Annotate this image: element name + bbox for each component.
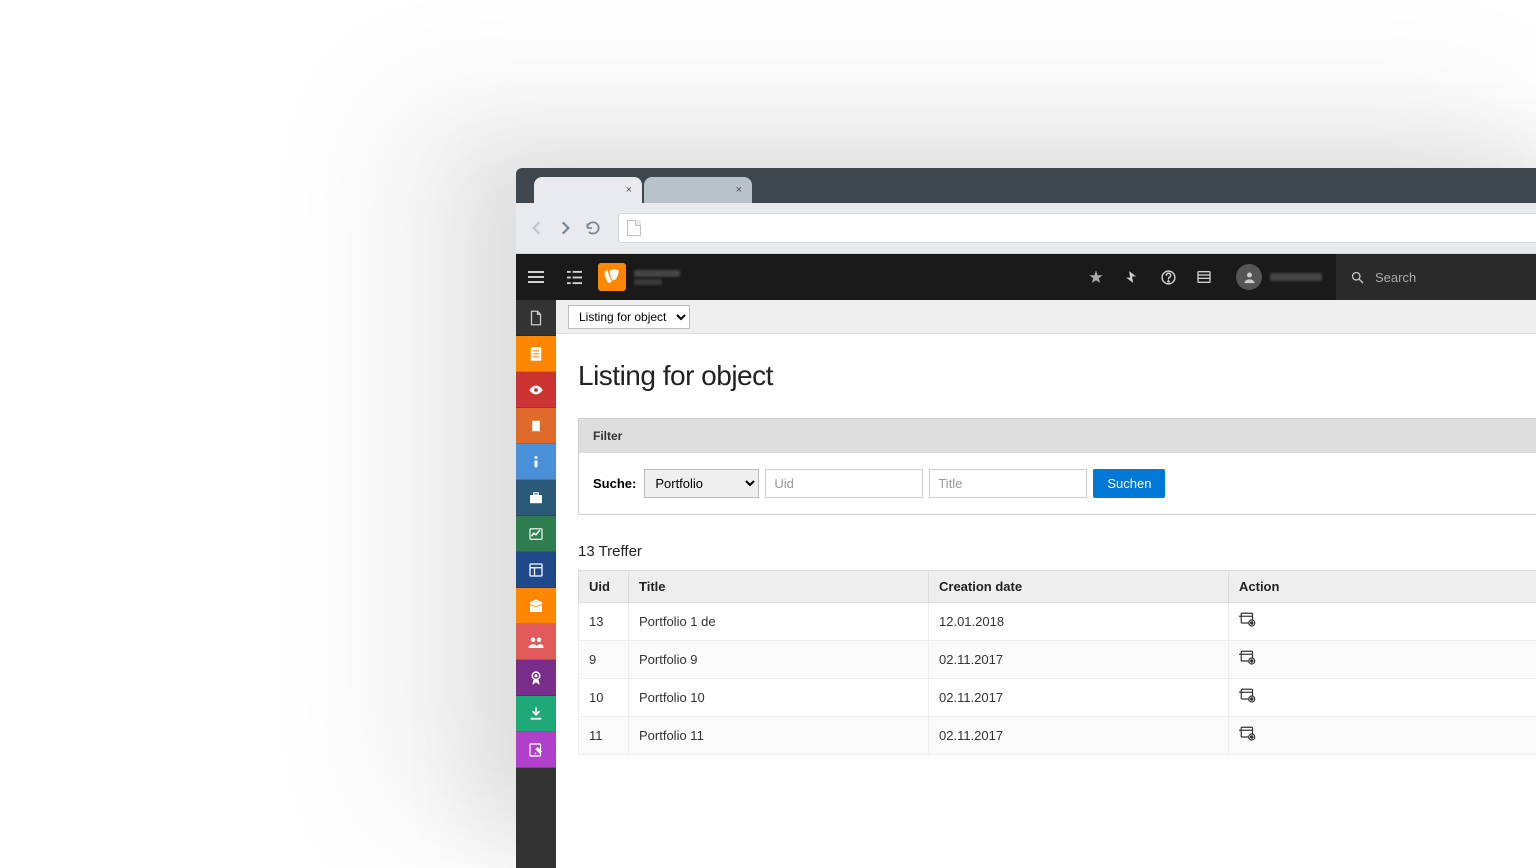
- results-table: Uid Title Creation date Action 13Portfol…: [578, 570, 1536, 755]
- browser-tabbar: × ×: [516, 168, 1536, 203]
- search-input[interactable]: [1375, 270, 1536, 285]
- url-bar[interactable]: [618, 213, 1536, 243]
- module-select[interactable]: Listing for object: [568, 305, 690, 329]
- cell-title: Portfolio 10: [629, 679, 929, 717]
- search-button[interactable]: Suchen: [1093, 469, 1165, 498]
- nav-forward-icon[interactable]: [556, 219, 574, 237]
- table-row: 11Portfolio 1102.11.2017: [579, 717, 1536, 755]
- cell-action: [1229, 603, 1536, 641]
- module-package[interactable]: [516, 588, 556, 624]
- module-content[interactable]: [516, 336, 556, 372]
- bookmark-icon[interactable]: [1078, 254, 1114, 300]
- table-row: 13Portfolio 1 de12.01.2018: [579, 603, 1536, 641]
- table-row: 10Portfolio 1002.11.2017: [579, 679, 1536, 717]
- module-toolbar: Listing for object: [556, 300, 1536, 334]
- view-action-icon[interactable]: [1239, 649, 1257, 667]
- module-page[interactable]: [516, 300, 556, 336]
- cell-title: Portfolio 11: [629, 717, 929, 755]
- user-avatar-icon: [1236, 264, 1262, 290]
- nav-back-icon[interactable]: [528, 219, 546, 237]
- module-users[interactable]: [516, 624, 556, 660]
- module-award[interactable]: [516, 660, 556, 696]
- filter-panel: Filter Suche: Portfolio Suchen: [578, 418, 1536, 515]
- module-menu: [516, 300, 556, 868]
- module-menu-toggle-icon[interactable]: [516, 276, 556, 278]
- col-header-uid: Uid: [579, 571, 629, 603]
- tab-close-icon[interactable]: ×: [626, 184, 632, 196]
- cell-uid: 11: [579, 717, 629, 755]
- filter-type-select[interactable]: Portfolio: [644, 469, 759, 498]
- module-briefcase[interactable]: [516, 480, 556, 516]
- browser-tab-active[interactable]: ×: [534, 177, 642, 203]
- cell-date: 02.11.2017: [929, 641, 1229, 679]
- brand-text: [634, 270, 680, 285]
- cell-action: [1229, 679, 1536, 717]
- browser-window: × ×: [516, 168, 1536, 868]
- col-header-date: Creation date: [929, 571, 1229, 603]
- table-row: 9Portfolio 902.11.2017: [579, 641, 1536, 679]
- list-icon[interactable]: [1186, 254, 1222, 300]
- cell-uid: 13: [579, 603, 629, 641]
- module-chart[interactable]: [516, 516, 556, 552]
- user-name: [1270, 273, 1322, 281]
- module-download[interactable]: [516, 696, 556, 732]
- cell-action: [1229, 641, 1536, 679]
- browser-toolbar: [516, 203, 1536, 254]
- page-title: Listing for object: [578, 360, 1536, 392]
- col-header-action: Action: [1229, 571, 1536, 603]
- module-view[interactable]: [516, 372, 556, 408]
- tab-close-icon[interactable]: ×: [736, 184, 742, 196]
- page-tree-toggle-icon[interactable]: [556, 270, 592, 285]
- view-action-icon[interactable]: [1239, 687, 1257, 705]
- cell-uid: 9: [579, 641, 629, 679]
- cell-action: [1229, 717, 1536, 755]
- module-info[interactable]: [516, 444, 556, 480]
- cell-title: Portfolio 1 de: [629, 603, 929, 641]
- col-header-title: Title: [629, 571, 929, 603]
- filter-title-input[interactable]: [929, 469, 1087, 498]
- global-search[interactable]: [1336, 254, 1536, 300]
- content-area: Listing for object Listing for object Fi…: [556, 300, 1536, 868]
- cell-date: 02.11.2017: [929, 717, 1229, 755]
- app-topbar: [516, 254, 1536, 300]
- view-action-icon[interactable]: [1239, 611, 1257, 629]
- filter-uid-input[interactable]: [765, 469, 923, 498]
- nav-reload-icon[interactable]: [584, 219, 602, 237]
- browser-tab-inactive[interactable]: ×: [644, 177, 752, 203]
- view-action-icon[interactable]: [1239, 725, 1257, 743]
- module-layout[interactable]: [516, 552, 556, 588]
- cache-icon[interactable]: [1114, 254, 1150, 300]
- result-count: 13 Treffer: [578, 543, 1536, 560]
- cell-title: Portfolio 9: [629, 641, 929, 679]
- help-icon[interactable]: [1150, 254, 1186, 300]
- search-icon: [1350, 270, 1365, 285]
- filter-header: Filter: [579, 419, 1536, 453]
- cell-uid: 10: [579, 679, 629, 717]
- page-icon: [627, 220, 641, 236]
- user-menu[interactable]: [1222, 264, 1336, 290]
- module-film[interactable]: [516, 408, 556, 444]
- cell-date: 02.11.2017: [929, 679, 1229, 717]
- cell-date: 12.01.2018: [929, 603, 1229, 641]
- app-logo: [598, 263, 626, 291]
- module-edit[interactable]: [516, 732, 556, 768]
- filter-label: Suche:: [593, 476, 636, 491]
